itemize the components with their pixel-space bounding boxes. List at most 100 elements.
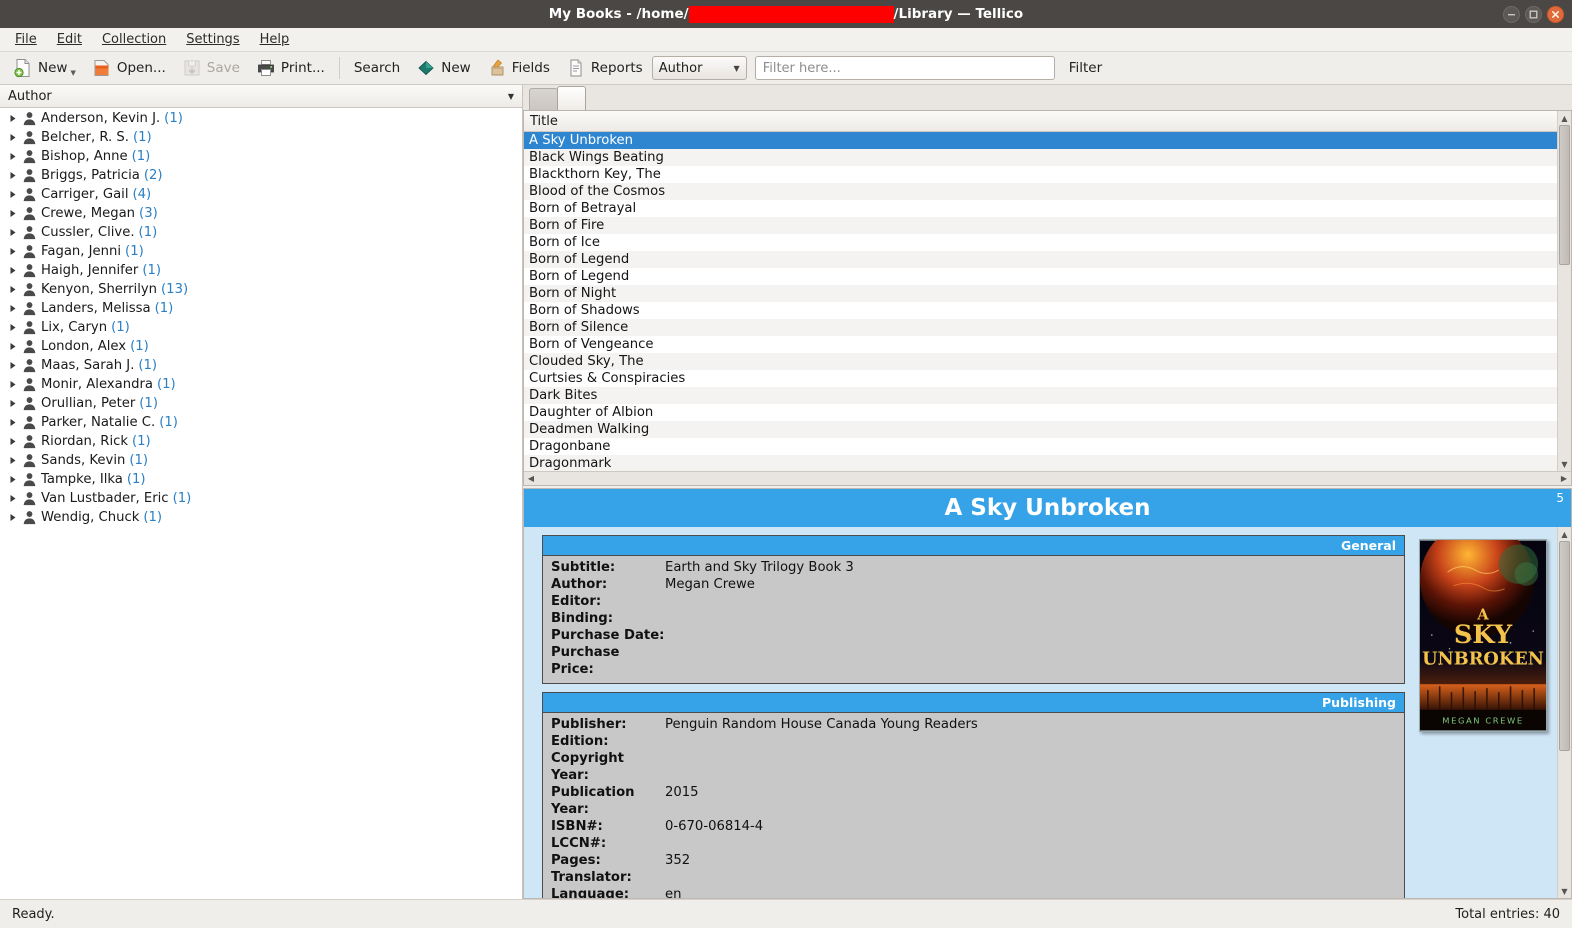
scroll-up-arrow-icon[interactable]: ▲: [1558, 111, 1572, 125]
menu-settings[interactable]: Settings: [177, 29, 248, 50]
expand-triangle-icon[interactable]: [4, 513, 22, 522]
entry-list-row[interactable]: Born of Ice: [524, 234, 1557, 251]
entry-list-row[interactable]: Daughter of Albion: [524, 404, 1557, 421]
filter-button[interactable]: Filter: [1069, 60, 1102, 76]
print-button[interactable]: Print...: [249, 55, 332, 81]
expand-triangle-icon[interactable]: [4, 475, 22, 484]
expand-triangle-icon[interactable]: [4, 418, 22, 427]
expand-triangle-icon[interactable]: [4, 456, 22, 465]
author-tree-item[interactable]: Crewe, Megan (3): [0, 204, 522, 223]
entry-list-row[interactable]: Born of Night: [524, 285, 1557, 302]
entry-list-row[interactable]: Curtsies & Conspiracies: [524, 370, 1557, 387]
fields-button[interactable]: Fields: [480, 55, 557, 81]
scroll-left-arrow-icon[interactable]: ◀: [524, 474, 538, 483]
menu-collection[interactable]: Collection: [93, 29, 175, 50]
expand-triangle-icon[interactable]: [4, 209, 22, 218]
author-tree-item[interactable]: Parker, Natalie C. (1): [0, 413, 522, 432]
author-tree-item[interactable]: Sands, Kevin (1): [0, 451, 522, 470]
maximize-button[interactable]: [1525, 5, 1542, 23]
author-tree-item[interactable]: Bishop, Anne (1): [0, 147, 522, 166]
expand-triangle-icon[interactable]: [4, 228, 22, 237]
vscroll-track[interactable]: [1558, 125, 1571, 457]
expand-triangle-icon[interactable]: [4, 304, 22, 313]
author-tree-item[interactable]: Van Lustbader, Eric (1): [0, 489, 522, 508]
author-tree-item[interactable]: London, Alex (1): [0, 337, 522, 356]
entry-list-horizontal-scrollbar[interactable]: ◀ ▶: [524, 471, 1571, 485]
author-tree-item[interactable]: Haigh, Jennifer (1): [0, 261, 522, 280]
expand-triangle-icon[interactable]: [4, 361, 22, 370]
entry-list-row[interactable]: Born of Silence: [524, 319, 1557, 336]
cover-image-container[interactable]: A SKY UNBROKEN MEGAN CREWE: [1419, 535, 1547, 898]
expand-triangle-icon[interactable]: [4, 494, 22, 503]
expand-triangle-icon[interactable]: [4, 152, 22, 161]
author-tree-item[interactable]: Wendig, Chuck (1): [0, 508, 522, 527]
new-entry-button[interactable]: New: [409, 55, 477, 81]
entry-list-row[interactable]: Blood of the Cosmos: [524, 183, 1557, 200]
search-button[interactable]: Search: [347, 57, 407, 79]
author-tree-item[interactable]: Kenyon, Sherrilyn (13): [0, 280, 522, 299]
new-collection-button[interactable]: New ▼: [6, 55, 83, 81]
vscroll-thumb[interactable]: [1559, 125, 1570, 265]
entry-list-row[interactable]: Born of Shadows: [524, 302, 1557, 319]
group-by-combo[interactable]: Author ▼: [0, 85, 522, 108]
expand-triangle-icon[interactable]: [4, 190, 22, 199]
expand-triangle-icon[interactable]: [4, 437, 22, 446]
scroll-up-arrow-icon[interactable]: ▲: [1558, 527, 1572, 541]
detail-vertical-scrollbar[interactable]: ▲ ▼: [1557, 527, 1571, 898]
expand-triangle-icon[interactable]: [4, 380, 22, 389]
scroll-down-arrow-icon[interactable]: ▼: [1558, 457, 1572, 471]
entry-list-row[interactable]: Clouded Sky, The: [524, 353, 1557, 370]
expand-triangle-icon[interactable]: [4, 285, 22, 294]
entry-list-row[interactable]: Dragonbane: [524, 438, 1557, 455]
author-tree-item[interactable]: Briggs, Patricia (2): [0, 166, 522, 185]
expand-triangle-icon[interactable]: [4, 171, 22, 180]
minimize-button[interactable]: [1503, 5, 1520, 23]
expand-triangle-icon[interactable]: [4, 399, 22, 408]
author-tree-item[interactable]: Riordan, Rick (1): [0, 432, 522, 451]
author-tree-item[interactable]: Carriger, Gail (4): [0, 185, 522, 204]
close-button[interactable]: [1547, 5, 1564, 23]
expand-triangle-icon[interactable]: [4, 114, 22, 123]
filter-input[interactable]: Filter here...: [754, 56, 1055, 80]
entry-list-row[interactable]: Born of Fire: [524, 217, 1557, 234]
author-tree-item[interactable]: Tampke, Ilka (1): [0, 470, 522, 489]
author-tree-item[interactable]: Lix, Caryn (1): [0, 318, 522, 337]
author-tree-item[interactable]: Fagan, Jenni (1): [0, 242, 522, 261]
entry-list-row[interactable]: Deadmen Walking: [524, 421, 1557, 438]
entry-list[interactable]: A Sky Unbroken Black Wings Beating Blackth…: [524, 132, 1557, 471]
expand-triangle-icon[interactable]: [4, 133, 22, 142]
filter-field-combo[interactable]: Author ▼: [651, 56, 747, 80]
author-tree-item[interactable]: Landers, Melissa (1): [0, 299, 522, 318]
entry-list-row[interactable]: Dark Bites: [524, 387, 1557, 404]
book-cover-image[interactable]: A SKY UNBROKEN MEGAN CREWE: [1419, 539, 1547, 732]
scroll-down-arrow-icon[interactable]: ▼: [1558, 884, 1572, 898]
author-tree-item[interactable]: Anderson, Kevin J. (1): [0, 109, 522, 128]
expand-triangle-icon[interactable]: [4, 266, 22, 275]
author-tree[interactable]: Anderson, Kevin J. (1) Belcher, R. S. (1) Bi…: [0, 108, 522, 899]
detail-vscroll-track[interactable]: [1558, 541, 1571, 884]
entry-list-row[interactable]: Born of Vengeance: [524, 336, 1557, 353]
entry-list-row[interactable]: Dragonmark: [524, 455, 1557, 471]
open-button[interactable]: Open...: [85, 55, 173, 81]
menu-edit[interactable]: Edit: [48, 29, 91, 50]
detail-vscroll-thumb[interactable]: [1559, 541, 1570, 751]
scroll-right-arrow-icon[interactable]: ▶: [1557, 474, 1571, 483]
entry-list-row[interactable]: A Sky Unbroken: [524, 132, 1557, 149]
chevron-down-icon[interactable]: ▼: [70, 69, 75, 77]
tab-icon-view[interactable]: [529, 88, 558, 110]
expand-triangle-icon[interactable]: [4, 323, 22, 332]
reports-button[interactable]: Reports: [559, 55, 650, 81]
expand-triangle-icon[interactable]: [4, 342, 22, 351]
menu-file[interactable]: File: [6, 29, 46, 50]
entry-list-row[interactable]: Born of Legend: [524, 251, 1557, 268]
menu-help[interactable]: Help: [251, 29, 299, 50]
entry-list-row[interactable]: Blackthorn Key, The: [524, 166, 1557, 183]
expand-triangle-icon[interactable]: [4, 247, 22, 256]
list-column-header-title[interactable]: Title: [524, 111, 1557, 132]
author-tree-item[interactable]: Belcher, R. S. (1): [0, 128, 522, 147]
entry-list-row[interactable]: Born of Legend: [524, 268, 1557, 285]
entry-list-row[interactable]: Black Wings Beating: [524, 149, 1557, 166]
author-tree-item[interactable]: Monir, Alexandra (1): [0, 375, 522, 394]
author-tree-item[interactable]: Cussler, Clive. (1): [0, 223, 522, 242]
entry-list-vertical-scrollbar[interactable]: ▲ ▼: [1557, 111, 1571, 471]
